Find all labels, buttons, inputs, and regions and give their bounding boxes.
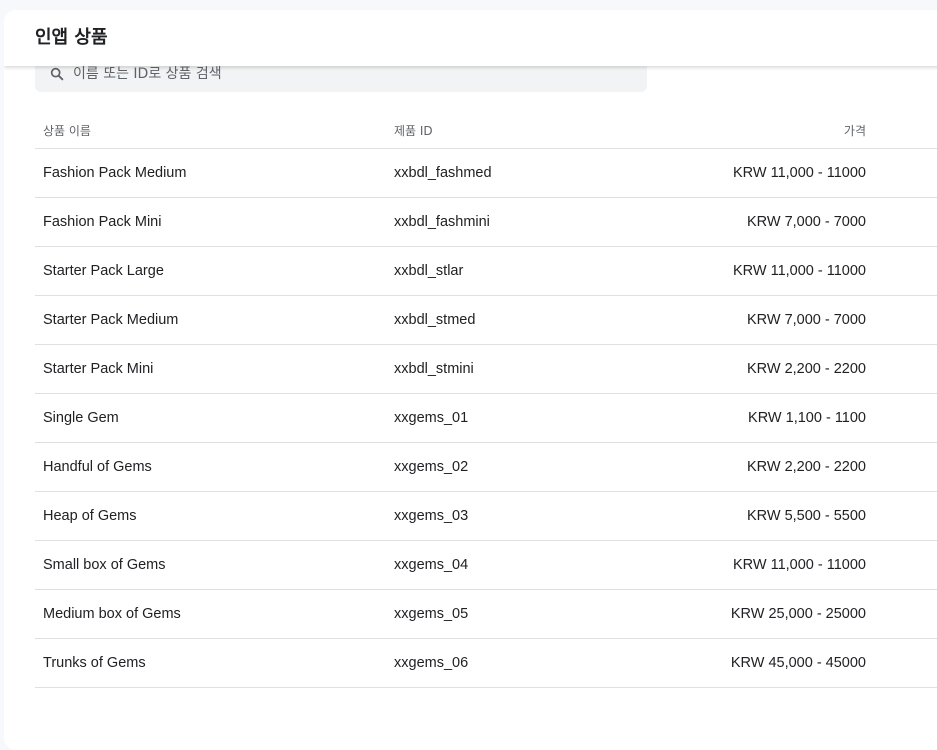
table-row[interactable]: Handful of Gems xxgems_02 KRW 2,200 - 22… bbox=[35, 443, 937, 492]
product-price: KRW 2,200 - 2200 bbox=[746, 459, 866, 475]
product-id: xxbdl_fashmed bbox=[394, 165, 492, 181]
product-name: Heap of Gems bbox=[43, 508, 137, 524]
product-name: Handful of Gems bbox=[43, 459, 152, 475]
column-header-price[interactable]: 가격 bbox=[844, 122, 866, 139]
product-id: xxgems_02 bbox=[394, 459, 469, 475]
product-price: KRW 45,000 - 45000 bbox=[730, 655, 866, 671]
product-price: KRW 5,500 - 5500 bbox=[746, 508, 866, 524]
column-header-name[interactable]: 상품 이름 bbox=[43, 122, 91, 139]
product-price: KRW 7,000 - 7000 bbox=[746, 312, 866, 328]
product-id: xxgems_04 bbox=[394, 557, 469, 573]
product-id: xxbdl_stmed bbox=[394, 312, 476, 328]
product-id: xxbdl_stlar bbox=[394, 263, 464, 279]
product-price: KRW 11,000 - 11000 bbox=[733, 165, 866, 181]
page-title: 인앱 상품 bbox=[35, 27, 108, 48]
table-row[interactable]: Medium box of Gems xxgems_05 KRW 25,000 … bbox=[35, 590, 937, 639]
product-name: Fashion Pack Mini bbox=[43, 214, 162, 230]
table-header: 상품 이름 제품 ID 가격 bbox=[35, 106, 937, 149]
table-row[interactable]: Fashion Pack Medium xxbdl_fashmed KRW 11… bbox=[35, 149, 937, 198]
product-name: Trunks of Gems bbox=[43, 655, 146, 671]
products-card: 인앱 상품 상품 이름 제품 ID 가격 Fashion Pack Medium… bbox=[4, 10, 937, 750]
product-price: KRW 1,100 - 1100 bbox=[748, 410, 866, 426]
product-id: xxgems_05 bbox=[394, 606, 469, 622]
product-name: Single Gem bbox=[43, 410, 119, 426]
table-row[interactable]: Fashion Pack Mini xxbdl_fashmini KRW 7,0… bbox=[35, 198, 937, 247]
product-id: xxgems_03 bbox=[394, 508, 469, 524]
page-header: 인앱 상품 bbox=[4, 10, 937, 66]
table-row[interactable]: Trunks of Gems xxgems_06 KRW 45,000 - 45… bbox=[35, 639, 937, 688]
product-name: Small box of Gems bbox=[43, 557, 166, 573]
product-name: Starter Pack Large bbox=[43, 263, 164, 279]
product-price: KRW 11,000 - 11000 bbox=[733, 557, 866, 573]
product-price: KRW 2,200 - 2200 bbox=[746, 361, 866, 377]
product-id: xxgems_06 bbox=[394, 655, 469, 671]
search-icon bbox=[50, 67, 64, 81]
product-id: xxbdl_fashmini bbox=[394, 214, 490, 230]
table-row[interactable]: Heap of Gems xxgems_03 KRW 5,500 - 5500 bbox=[35, 492, 937, 541]
product-price: KRW 11,000 - 11000 bbox=[733, 263, 866, 279]
table-row[interactable]: Starter Pack Medium xxbdl_stmed KRW 7,00… bbox=[35, 296, 937, 345]
product-name: Starter Pack Mini bbox=[43, 361, 154, 377]
product-name: Fashion Pack Medium bbox=[43, 165, 187, 181]
product-id: xxbdl_stmini bbox=[394, 361, 474, 377]
table-row[interactable]: Starter Pack Mini xxbdl_stmini KRW 2,200… bbox=[35, 345, 937, 394]
table-row[interactable]: Starter Pack Large xxbdl_stlar KRW 11,00… bbox=[35, 247, 937, 296]
column-header-id[interactable]: 제품 ID bbox=[394, 122, 433, 139]
product-price: KRW 25,000 - 25000 bbox=[730, 606, 866, 622]
products-table: 상품 이름 제품 ID 가격 Fashion Pack Medium xxbdl… bbox=[35, 106, 937, 688]
search-input[interactable] bbox=[73, 64, 633, 84]
product-name: Medium box of Gems bbox=[43, 606, 181, 622]
product-price: KRW 7,000 - 7000 bbox=[746, 214, 866, 230]
product-id: xxgems_01 bbox=[394, 410, 469, 426]
table-row[interactable]: Small box of Gems xxgems_04 KRW 11,000 -… bbox=[35, 541, 937, 590]
table-row[interactable]: Single Gem xxgems_01 KRW 1,100 - 1100 bbox=[35, 394, 937, 443]
product-name: Starter Pack Medium bbox=[43, 312, 179, 328]
